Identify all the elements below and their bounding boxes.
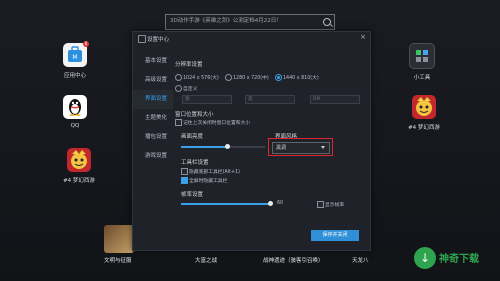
resolution-radio-small[interactable] [175, 74, 182, 81]
app-center-icon: M 6 [63, 41, 89, 67]
sidebar-item-interface[interactable]: 界面设置 [133, 90, 173, 109]
app-center-label: 应用中心 [63, 73, 86, 79]
toolbar-heading: 工具栏设置 [181, 160, 209, 166]
svg-text:M: M [72, 54, 77, 61]
custom-width-input[interactable]: 宽 [182, 95, 232, 104]
site-logo: ↓ 神奇下载 [414, 244, 494, 274]
qq-penguin-icon [63, 95, 87, 119]
custom-height-input[interactable]: 高 [245, 95, 295, 104]
qq-label: QQ [70, 123, 80, 129]
resolution-heading: 分辨率设置 [175, 62, 203, 68]
settings-titlebar[interactable]: 设置中心 × [133, 32, 370, 44]
fullscreen-hide-toolbar-checkbox[interactable] [181, 177, 188, 184]
arrow-down-logo-icon: ↓ [414, 247, 436, 269]
remember-window-label: 记住上次关闭时窗口位置和大小 [183, 121, 251, 126]
settings-title: 设置中心 [147, 37, 170, 43]
settings-sidebar: 基本设置 高级设置 界面设置 主题美化 播包设置 游戏设置 [133, 52, 173, 166]
qq-shortcut[interactable]: QQ [55, 95, 95, 129]
settings-window-icon [138, 35, 146, 43]
custom-dpi-input[interactable]: DPI [310, 95, 360, 104]
hide-bottom-toolbar-checkbox[interactable] [181, 168, 188, 175]
menghuan-label: #4 梦幻西游 [63, 178, 95, 184]
resolution-option-label: 1024 x 576(大) [183, 76, 219, 81]
tools-grid-icon [409, 43, 435, 69]
game-shortcut-menghuan-right[interactable]: #4 梦幻西游 [404, 95, 444, 131]
fps-slider-fill [181, 203, 271, 205]
window-size-heading: 窗口位置和大小 [175, 112, 214, 118]
brightness-slider-fill [181, 146, 228, 148]
resolution-option-label: 自定义 [183, 87, 198, 92]
search-icon[interactable] [323, 18, 331, 26]
app-center-shortcut[interactable]: M 6 应用中心 [55, 41, 95, 79]
bottom-game-label[interactable]: 文明与征服 [104, 256, 132, 264]
show-fps-checkbox[interactable] [317, 201, 324, 208]
hide-bottom-toolbar-label: 隐藏底部工具栏(Alt+1) [189, 170, 240, 175]
resolution-radio-large[interactable] [275, 74, 282, 81]
sidebar-item-package[interactable]: 播包设置 [133, 128, 173, 147]
bottom-game-label[interactable]: 战神遗迹（骇客引召唤） [263, 256, 324, 264]
menghuan-label: #4 梦幻西游 [408, 125, 440, 131]
show-fps-label: 显示帧率 [325, 203, 345, 208]
civilization-game-icon[interactable] [104, 225, 134, 253]
search-bar[interactable]: 3D动作手游《英雄之剑》公测定档4月22日！ [165, 14, 335, 30]
notification-badge: 6 [83, 41, 89, 47]
fps-value: 60 [277, 201, 284, 206]
sidebar-item-basic[interactable]: 基本设置 [133, 52, 173, 71]
brightness-slider[interactable] [181, 144, 265, 149]
bottom-game-label[interactable]: 大富之战 [195, 256, 217, 264]
remember-window-checkbox[interactable] [175, 119, 182, 126]
brightness-slider-handle[interactable] [225, 144, 231, 149]
fps-slider[interactable] [181, 201, 273, 206]
resolution-option-label: 1280 x 720(中) [233, 76, 269, 81]
resolution-option-label: 1440 x 810(大) [283, 76, 319, 81]
settings-window: 设置中心 × 基本设置 高级设置 界面设置 主题美化 播包设置 游戏设置 分辨率… [132, 31, 371, 251]
game-shortcut-menghuan-left[interactable]: #4 梦幻西游 [59, 148, 99, 184]
fullscreen-hide-toolbar-label: 全屏时隐藏工具栏 [189, 179, 228, 184]
settings-content: 分辨率设置 1024 x 576(大) 1280 x 720(中) 1440 x… [173, 52, 370, 250]
tools-label: 小工具 [413, 75, 431, 81]
bottom-game-label[interactable]: 天龙八 [352, 256, 369, 264]
save-and-close-button[interactable]: 保存并关闭 [311, 230, 359, 241]
highlight-box [268, 138, 333, 156]
brightness-heading: 画面亮度 [181, 134, 204, 140]
sidebar-item-advanced[interactable]: 高级设置 [133, 71, 173, 90]
fps-slider-handle[interactable] [268, 201, 273, 206]
sidebar-item-theme[interactable]: 主题美化 [133, 109, 173, 128]
search-text: 3D动作手游《英雄之剑》公测定档4月22日！ [170, 18, 282, 24]
resolution-radio-custom[interactable] [175, 85, 182, 92]
site-logo-text: 神奇下载 [439, 254, 479, 265]
tools-shortcut[interactable]: 小工具 [402, 43, 442, 81]
fps-heading: 帧率设置 [181, 192, 204, 198]
sidebar-item-game[interactable]: 游戏设置 [133, 147, 173, 166]
menghuan-game-icon [412, 95, 436, 119]
close-icon[interactable]: × [360, 34, 366, 41]
resolution-radio-medium[interactable] [225, 74, 232, 81]
menghuan-game-icon [67, 148, 91, 172]
emulator-desktop: 3D动作手游《英雄之剑》公测定档4月22日！ M 6 应用中心 QQ #4 梦幻… [0, 0, 500, 281]
